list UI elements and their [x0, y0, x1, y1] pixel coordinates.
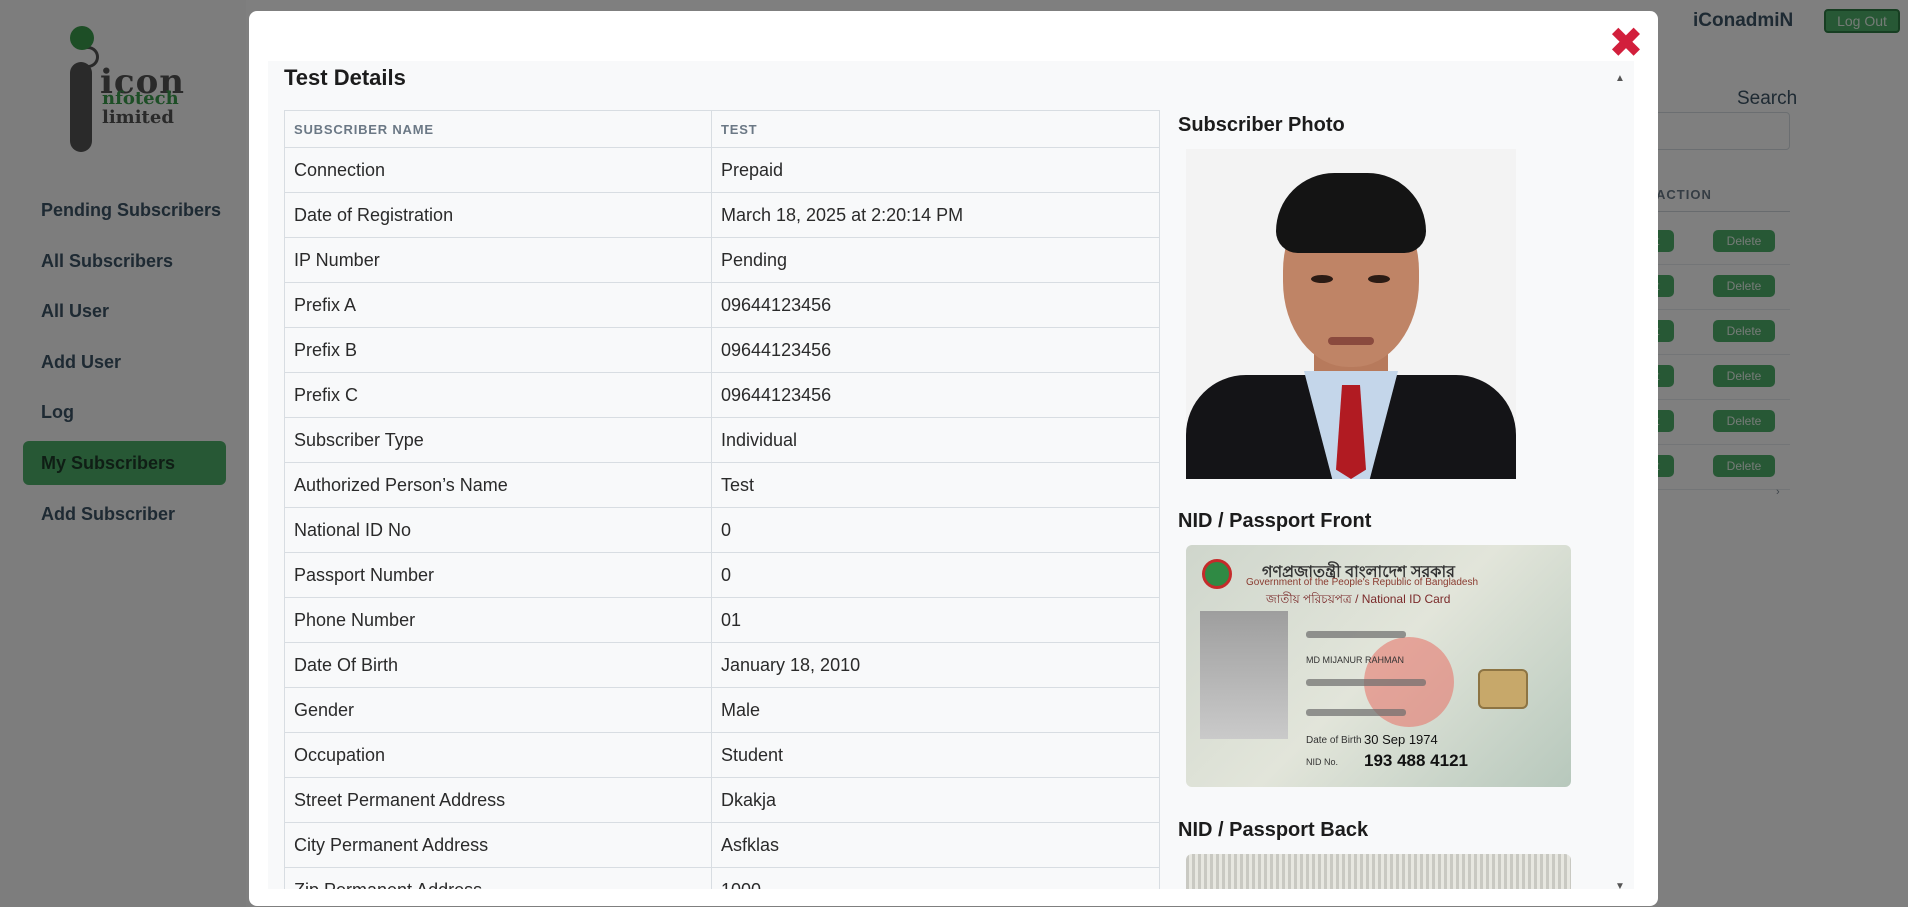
scroll-down-arrow-icon[interactable]: ▼: [1615, 881, 1625, 892]
table-row: National ID No 0: [284, 507, 1160, 553]
row-label: Date of Registration: [284, 192, 712, 238]
row-value: January 18, 2010: [711, 642, 1160, 688]
card-title: জাতীয় পরিচয়পত্র / National ID Card: [1266, 592, 1451, 606]
close-icon[interactable]: ✖: [1608, 22, 1644, 64]
modal-body: Test Details SUBSCRIBER NAME TEST Connec…: [268, 61, 1634, 889]
table-row: IP Number Pending: [284, 237, 1160, 283]
government-seal-icon: [1202, 559, 1232, 589]
row-label: Authorized Person’s Name: [284, 462, 712, 508]
row-value: Asfklas: [711, 822, 1160, 868]
row-value: Student: [711, 732, 1160, 778]
row-label: Zip Permanent Address: [284, 867, 712, 889]
card-dob-label: Date of Birth: [1306, 735, 1362, 746]
row-label: Street Permanent Address: [284, 777, 712, 823]
table-row: Gender Male: [284, 687, 1160, 733]
header-label: SUBSCRIBER NAME: [284, 110, 712, 148]
row-value: 0: [711, 552, 1160, 598]
subscriber-details-table: SUBSCRIBER NAME TEST Connection Prepaid D…: [284, 110, 1160, 889]
subscriber-photo-heading: Subscriber Photo: [1178, 114, 1345, 136]
table-row: Connection Prepaid: [284, 147, 1160, 193]
table-row: Date Of Birth January 18, 2010: [284, 642, 1160, 688]
row-value: Dkakja: [711, 777, 1160, 823]
row-value: 09644123456: [711, 327, 1160, 373]
row-value: 09644123456: [711, 372, 1160, 418]
card-nid-label: NID No.: [1306, 757, 1339, 767]
row-value: Prepaid: [711, 147, 1160, 193]
row-value: Individual: [711, 417, 1160, 463]
table-row: Authorized Person’s Name Test: [284, 462, 1160, 508]
table-row: Prefix B 09644123456: [284, 327, 1160, 373]
nid-front-heading: NID / Passport Front: [1178, 510, 1372, 532]
row-label: Occupation: [284, 732, 712, 778]
row-value: 09644123456: [711, 282, 1160, 328]
table-row: Date of Registration March 18, 2025 at 2:…: [284, 192, 1160, 238]
row-label: Date Of Birth: [284, 642, 712, 688]
card-name-en: MD MIJANUR RAHMAN: [1306, 655, 1404, 665]
table-row: City Permanent Address Asfklas: [284, 822, 1160, 868]
row-label: Prefix C: [284, 372, 712, 418]
subscriber-details-modal: ✖ Test Details SUBSCRIBER NAME TEST Conn…: [249, 11, 1658, 906]
table-row: Subscriber Type Individual: [284, 417, 1160, 463]
table-row: Phone Number 01: [284, 597, 1160, 643]
modal-title: Test Details: [284, 65, 406, 90]
nid-back-heading: NID / Passport Back: [1178, 819, 1369, 841]
card-portrait: [1200, 611, 1288, 739]
header-value: TEST: [711, 110, 1160, 148]
table-row: Occupation Student: [284, 732, 1160, 778]
table-row: Passport Number 0: [284, 552, 1160, 598]
row-label: National ID No: [284, 507, 712, 553]
scroll-up-arrow-icon[interactable]: ▲: [1615, 73, 1625, 84]
table-row: Prefix C 09644123456: [284, 372, 1160, 418]
row-label: IP Number: [284, 237, 712, 283]
row-value: 1000: [711, 867, 1160, 889]
row-value: 01: [711, 597, 1160, 643]
row-value: 0: [711, 507, 1160, 553]
row-value: March 18, 2025 at 2:20:14 PM: [711, 192, 1160, 238]
row-label: Connection: [284, 147, 712, 193]
row-label: City Permanent Address: [284, 822, 712, 868]
card-dob: 30 Sep 1974: [1364, 732, 1438, 747]
nid-back-image: [1186, 854, 1571, 889]
table-header-row: SUBSCRIBER NAME TEST: [284, 110, 1160, 148]
row-label: Phone Number: [284, 597, 712, 643]
nid-front-image: গণপ্রজাতন্ত্রী বাংলাদেশ সরকার Government…: [1186, 545, 1571, 787]
table-row: Prefix A 09644123456: [284, 282, 1160, 328]
row-label: Subscriber Type: [284, 417, 712, 463]
row-label: Prefix A: [284, 282, 712, 328]
row-label: Gender: [284, 687, 712, 733]
card-gov-en: Government of the People's Republic of B…: [1246, 577, 1479, 588]
row-label: Passport Number: [284, 552, 712, 598]
table-row: Zip Permanent Address1000: [284, 867, 1160, 889]
card-chip-icon: [1478, 669, 1528, 709]
row-value: Test: [711, 462, 1160, 508]
table-row: Street Permanent Address Dkakja: [284, 777, 1160, 823]
row-value: Male: [711, 687, 1160, 733]
row-value: Pending: [711, 237, 1160, 283]
card-nid-number: 193 488 4121: [1364, 751, 1468, 770]
row-label: Prefix B: [284, 327, 712, 373]
subscriber-photo: [1186, 149, 1516, 479]
